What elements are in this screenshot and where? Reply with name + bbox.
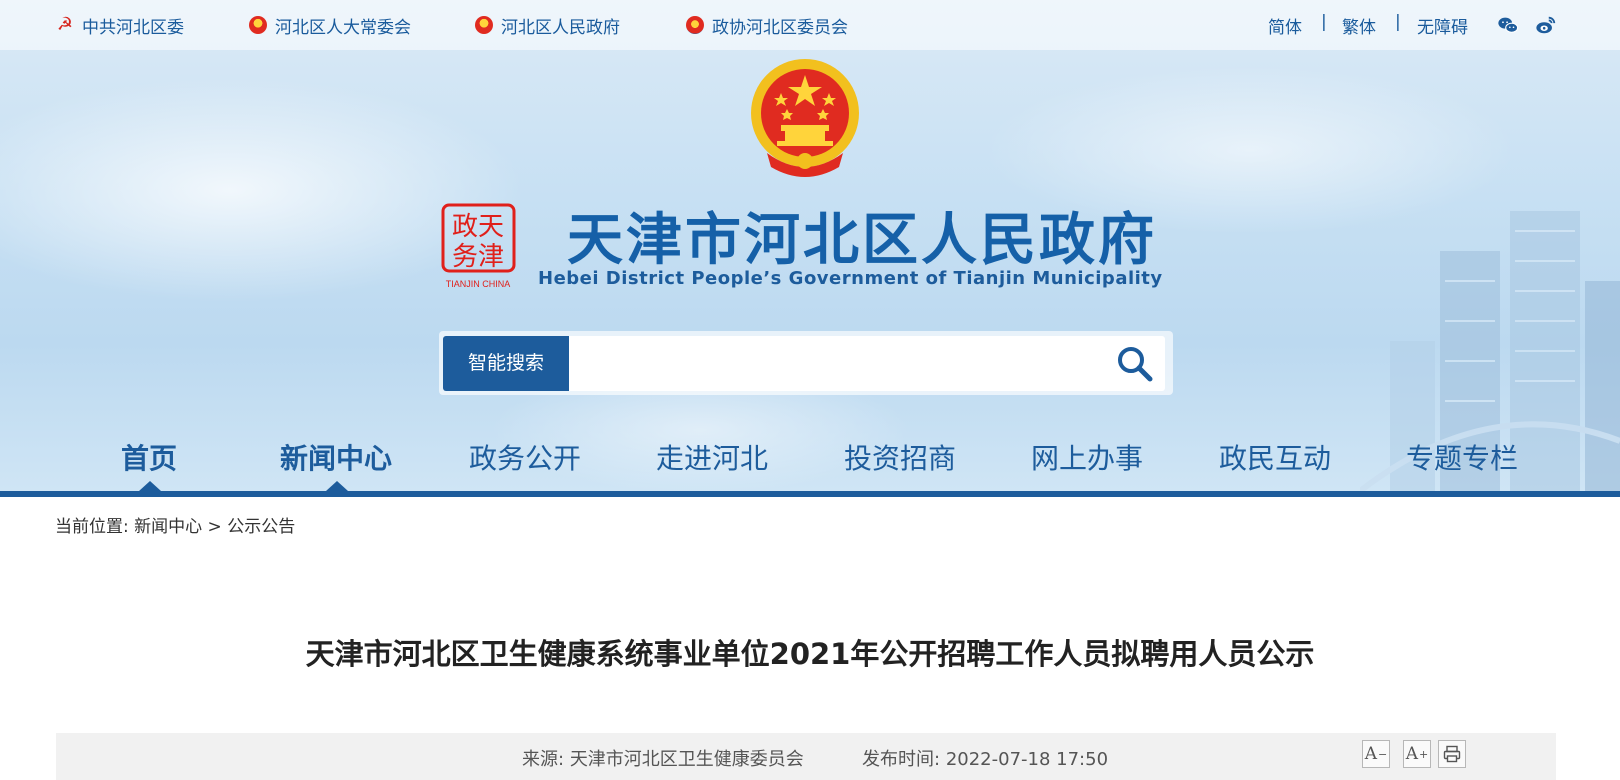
weibo-icon[interactable]	[1535, 14, 1557, 36]
link-district-government[interactable]: 河北区人民政府	[475, 13, 620, 38]
seal-chars-row2: 务津	[452, 242, 504, 272]
font-smaller-letter: A	[1364, 744, 1378, 764]
search-icon	[1118, 347, 1153, 382]
site-subtitle: Hebei District People’s Government of Ti…	[538, 268, 1163, 289]
search-input[interactable]	[569, 336, 1165, 391]
breadcrumb-news-center[interactable]: 新闻中心	[134, 517, 202, 537]
link-cppcc[interactable]: 政协河北区委员会	[686, 13, 848, 38]
lang-traditional[interactable]: 繁体	[1342, 13, 1376, 38]
font-larger-letter: A	[1405, 744, 1419, 764]
link-party-committee[interactable]: ☭ 中共河北区委	[56, 13, 184, 38]
lang-separator: |	[1321, 12, 1327, 32]
breadcrumb-prefix: 当前位置:	[55, 517, 129, 537]
time-value: 2022-07-18 17:50	[945, 749, 1109, 770]
link-label: 河北区人民政府	[501, 17, 620, 38]
nav-about-hebei[interactable]: 走进河北	[656, 437, 768, 477]
link-npc-standing-committee[interactable]: 河北区人大常委会	[249, 13, 411, 38]
national-emblem-icon	[751, 59, 859, 177]
nav-caret-active	[326, 481, 348, 491]
seal-chars-row1: 政天	[452, 212, 504, 242]
breadcrumb-separator: >	[207, 517, 222, 537]
nav-news-center[interactable]: 新闻中心	[280, 437, 392, 477]
cppcc-emblem-icon	[686, 16, 704, 34]
font-smaller-mark: −	[1378, 747, 1388, 761]
nav-home[interactable]: 首页	[121, 437, 177, 477]
print-button[interactable]	[1438, 740, 1466, 768]
search-label: 智能搜索	[443, 336, 569, 391]
source-value: 天津市河北区卫生健康委员会	[569, 749, 804, 770]
font-smaller-button[interactable]: A −	[1362, 740, 1390, 768]
font-larger-mark: +	[1419, 747, 1429, 761]
national-emblem-icon	[475, 16, 493, 34]
article-publish-time: 发布时间: 2022-07-18 17:50	[862, 745, 1108, 771]
time-label: 发布时间:	[862, 749, 941, 770]
party-emblem-icon: ☭	[56, 14, 74, 35]
article-title: 天津市河北区卫生健康系统事业单位2021年公开招聘工作人员拟聘用人员公示	[305, 637, 1315, 671]
tianjin-seal-logo: 政天 务津 TIANJIN CHINA	[441, 203, 516, 291]
nav-special-topics[interactable]: 专题专栏	[1406, 437, 1518, 477]
font-larger-button[interactable]: A +	[1403, 740, 1431, 768]
lang-simplified[interactable]: 简体	[1268, 13, 1302, 38]
lang-separator: |	[1395, 12, 1401, 32]
site-title: 天津市河北区人民政府	[567, 208, 1157, 273]
accessibility-link[interactable]: 无障碍	[1417, 13, 1468, 38]
nav-underline	[0, 491, 1620, 497]
nav-interaction[interactable]: 政民互动	[1219, 437, 1331, 477]
search-button[interactable]	[1111, 341, 1159, 387]
nav-investment[interactable]: 投资招商	[844, 437, 956, 477]
article-meta-bar	[56, 733, 1556, 780]
article-source: 来源: 天津市河北区卫生健康委员会	[522, 745, 804, 771]
breadcrumb: 当前位置: 新闻中心 > 公示公告	[55, 512, 295, 537]
print-icon	[1443, 745, 1461, 763]
nav-caret	[139, 481, 161, 491]
source-label: 来源:	[522, 749, 565, 770]
link-label: 政协河北区委员会	[712, 17, 848, 38]
breadcrumb-announcements[interactable]: 公示公告	[227, 517, 295, 537]
nav-online-services[interactable]: 网上办事	[1031, 437, 1143, 477]
nav-government-affairs[interactable]: 政务公开	[469, 437, 581, 477]
national-emblem-icon	[249, 16, 267, 34]
seal-caption: TIANJIN CHINA	[446, 279, 511, 289]
link-label: 河北区人大常委会	[275, 17, 411, 38]
link-label: 中共河北区委	[82, 17, 184, 38]
wechat-icon[interactable]	[1497, 14, 1519, 36]
